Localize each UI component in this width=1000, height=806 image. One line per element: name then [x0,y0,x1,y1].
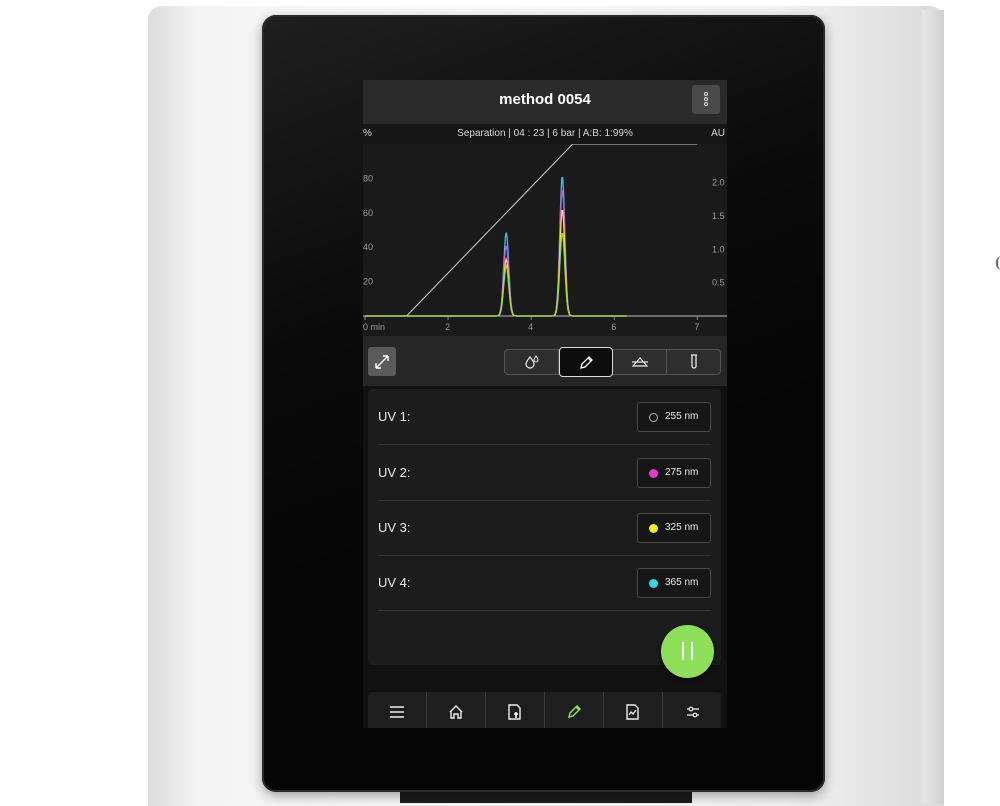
series-line-4 [365,233,627,317]
channel-color-dot [649,579,658,588]
report-chart-icon [626,704,639,720]
wavelength-value: 255 nm [665,411,699,422]
uv-row-3: UV 3: 325 nm [378,500,711,556]
y-left-tick-label: 60 [363,208,373,218]
more-dot-icon [704,92,708,96]
uv-row-2: UV 2: 275 nm [378,445,711,501]
run-status-text: Separation | 04 : 23 | 6 bar | A:B: 1:99… [457,128,633,139]
gradient-line [406,144,698,317]
channel-color-dot [649,524,658,533]
wavelength-value: 325 nm [665,522,699,533]
touch-screen: method 0054 % Separation | 04 : 23 | 6 b… [363,80,727,728]
gradient-icon [631,357,648,367]
uv-label: UV 2: [378,465,411,480]
y-right-tick-label: 0.5 [712,278,725,288]
pencil-icon [580,356,593,369]
x-tick-label: 6 [611,322,616,332]
wavelength-chip-2[interactable]: 275 nm [637,458,711,488]
pencil-icon [567,704,582,719]
nav-home[interactable] [427,692,486,728]
wavelength-chip-3[interactable]: 325 nm [637,513,711,543]
more-dot-icon [704,97,708,101]
wavelength-chip-4[interactable]: 365 nm [637,568,711,598]
nav-settings[interactable] [663,692,722,728]
method-document-icon [508,704,521,720]
view-segmented-control [504,347,721,377]
chromatogram-chart: 0 min 2 4 6 7 80 60 40 20 2.0 1.5 1.0 0.5 [363,144,727,336]
more-dot-icon [704,102,708,106]
channel-color-dot [649,413,658,422]
header-bar: method 0054 [363,80,727,124]
tab-sample[interactable] [667,350,721,374]
x-tick-label: 4 [528,322,533,332]
pause-icon-bar-right [691,642,693,660]
settings-sliders-icon [686,706,699,718]
y-right-tick-label: 1.5 [712,211,725,221]
channel-color-dot [649,469,658,478]
series-line-2 [365,190,627,317]
tab-gradient[interactable] [613,350,667,374]
uv-label: UV 1: [378,409,411,424]
home-icon [449,705,463,719]
nav-edit[interactable] [545,692,604,728]
wavelength-value: 275 nm [665,467,699,478]
series-line-1 [365,177,627,317]
view-toolbar [363,336,727,386]
method-title: method 0054 [499,91,591,108]
wavelength-value: 365 nm [665,577,699,588]
side-indicator [996,256,1000,270]
nav-menu[interactable] [368,692,427,728]
uv-row-4: UV 4: 365 nm [378,555,711,611]
uv-label: UV 3: [378,520,411,535]
wavelength-chip-1[interactable]: 255 nm [637,402,711,432]
series-line-3 [365,210,627,317]
pause-icon-bar-left [682,642,684,660]
y-left-tick-label: 40 [363,242,373,252]
pause-run-button[interactable] [661,625,714,678]
y-left-tick-label: 80 [363,173,373,183]
expand-button[interactable] [368,347,396,376]
uv-row-1: UV 1: 255 nm [378,389,711,445]
more-options-button[interactable] [692,85,720,114]
chromatogram-svg: 0 min 2 4 6 7 80 60 40 20 2.0 1.5 1.0 0.5 [363,144,727,332]
device-housing-edge [922,10,944,803]
expand-icon [375,355,389,369]
x-tick-label: 0 min [363,322,385,332]
uv-channel-panel: UV 1: 255 nm UV 2: 275 nm UV 3: 325 nm U… [368,389,721,665]
tab-fractions[interactable] [505,350,559,374]
test-tube-icon [691,354,697,369]
right-axis-unit: AU [711,128,725,139]
menu-icon [390,706,404,718]
x-tick-label: 2 [445,322,450,332]
bottom-navigation [368,692,721,728]
nav-reports[interactable] [604,692,663,728]
run-status-bar: % Separation | 04 : 23 | 6 bar | A:B: 1:… [363,124,727,144]
y-left-tick-label: 20 [363,277,373,287]
uv-label: UV 4: [378,575,411,590]
tab-method-edit[interactable] [559,347,613,377]
y-right-tick-label: 2.0 [712,178,725,188]
x-tick-label: 7 [694,322,699,332]
nav-method[interactable] [486,692,545,728]
droplets-icon [524,355,539,369]
y-right-tick-label: 1.0 [712,244,725,254]
